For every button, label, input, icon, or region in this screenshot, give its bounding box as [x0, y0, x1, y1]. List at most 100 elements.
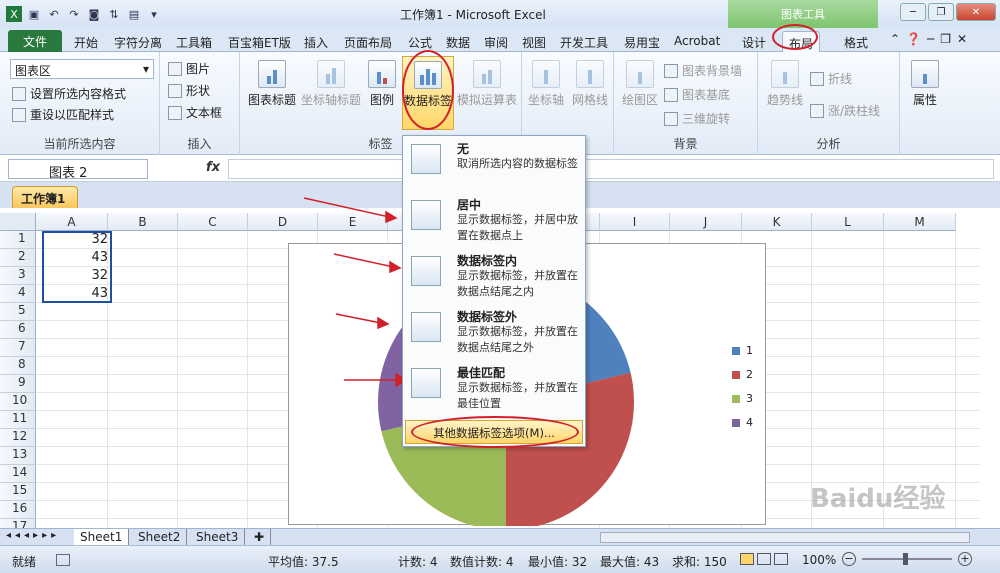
- sheet-tab-1[interactable]: Sheet1: [74, 529, 130, 546]
- form-icon[interactable]: ▤: [126, 6, 142, 22]
- chart-element-dropdown[interactable]: 图表区 ▾: [10, 59, 154, 79]
- row-header[interactable]: 15: [0, 483, 36, 501]
- collapse-ribbon-icon[interactable]: ⌃: [890, 32, 900, 46]
- row-header[interactable]: 7: [0, 339, 36, 357]
- tab-developer[interactable]: 开发工具: [554, 31, 614, 52]
- menu-item-center[interactable]: 居中 显示数据标签，并居中放置在数据点上: [405, 194, 583, 252]
- updown-bars-button[interactable]: 涨/跌柱线: [810, 102, 880, 119]
- legend-entry[interactable]: 1: [732, 344, 753, 357]
- zoom-level[interactable]: 100%: [802, 553, 836, 567]
- select-all-corner[interactable]: [0, 213, 36, 231]
- column-header[interactable]: J: [670, 213, 742, 231]
- column-header[interactable]: C: [178, 213, 248, 231]
- tab-page-layout[interactable]: 页面布局: [338, 31, 398, 52]
- sheet-nav-arrows[interactable]: ◂◂◂▸▸▸: [6, 530, 60, 541]
- sheet-tab-3[interactable]: Sheet3: [190, 529, 246, 546]
- row-header[interactable]: 8: [0, 357, 36, 375]
- help-icon[interactable]: ❓: [906, 32, 921, 46]
- tab-home[interactable]: 开始: [68, 31, 104, 52]
- chart-title-button[interactable]: 图表标题: [246, 60, 298, 108]
- gridlines-button[interactable]: 网格线: [568, 60, 612, 108]
- restore-doc-icon[interactable]: ❐: [940, 32, 951, 46]
- formula-input[interactable]: [228, 159, 994, 179]
- insert-sheet-icon[interactable]: ✚: [248, 529, 272, 546]
- row-header[interactable]: 12: [0, 429, 36, 447]
- row-header[interactable]: 1: [0, 231, 36, 249]
- menu-item-inside-end[interactable]: 数据标签内 显示数据标签，并放置在数据点结尾之内: [405, 250, 583, 308]
- tab-view[interactable]: 视图: [516, 31, 552, 52]
- insert-picture-button[interactable]: 图片: [168, 60, 210, 77]
- trendline-button[interactable]: 趋势线: [764, 60, 806, 108]
- minimize-button[interactable]: ─: [900, 3, 926, 21]
- menu-item-outside-end[interactable]: 数据标签外 显示数据标签，并放置在数据点结尾之外: [405, 306, 583, 364]
- format-selection-button[interactable]: 设置所选内容格式: [12, 85, 126, 102]
- tab-acrobat[interactable]: Acrobat: [668, 31, 726, 52]
- close-doc-icon[interactable]: ✕: [957, 32, 967, 46]
- row-header[interactable]: 5: [0, 303, 36, 321]
- redo-icon[interactable]: ↷: [66, 6, 82, 22]
- plot-area-button[interactable]: 绘图区: [620, 60, 660, 108]
- row-header[interactable]: 2: [0, 249, 36, 267]
- insert-textbox-button[interactable]: 文本框: [168, 104, 222, 121]
- camera-icon[interactable]: ◙: [86, 6, 102, 22]
- tab-insert[interactable]: 插入: [298, 31, 334, 52]
- row-header[interactable]: 9: [0, 375, 36, 393]
- data-table-button[interactable]: 模拟运算表: [456, 60, 518, 108]
- customize-icon[interactable]: ▾: [146, 6, 162, 22]
- row-header[interactable]: 14: [0, 465, 36, 483]
- row-header[interactable]: 17: [0, 519, 36, 528]
- legend-entry[interactable]: 3: [732, 392, 753, 405]
- minimize-doc-icon[interactable]: ─: [927, 32, 934, 46]
- tab-yiyongbao[interactable]: 易用宝: [618, 31, 666, 52]
- rotation-button[interactable]: 三维旋转: [664, 110, 730, 127]
- tab-baibaoxiang[interactable]: 百宝箱ET版: [222, 31, 297, 52]
- row-header[interactable]: 4: [0, 285, 36, 303]
- row-header[interactable]: 11: [0, 411, 36, 429]
- column-header[interactable]: B: [108, 213, 178, 231]
- macro-record-icon[interactable]: [56, 554, 70, 566]
- undo-icon[interactable]: ↶: [46, 6, 62, 22]
- page-layout-view-icon[interactable]: [757, 553, 771, 565]
- axes-button[interactable]: 坐标轴: [526, 60, 566, 108]
- zoom-in-icon[interactable]: +: [958, 552, 972, 566]
- menu-item-none[interactable]: 无取消所选内容的数据标签: [405, 138, 583, 196]
- column-header[interactable]: M: [884, 213, 956, 231]
- column-header[interactable]: K: [742, 213, 812, 231]
- name-box[interactable]: 图表 2: [8, 159, 148, 181]
- tab-format[interactable]: 格式: [838, 31, 874, 52]
- row-header[interactable]: 13: [0, 447, 36, 465]
- legend-entry[interactable]: 2: [732, 368, 753, 381]
- page-break-view-icon[interactable]: [774, 553, 788, 565]
- column-header[interactable]: L: [812, 213, 884, 231]
- insert-shapes-button[interactable]: 形状: [168, 82, 210, 99]
- tab-formulas[interactable]: 公式: [402, 31, 438, 52]
- normal-view-icon[interactable]: [740, 553, 754, 565]
- sheet-tab-2[interactable]: Sheet2: [132, 529, 188, 546]
- horizontal-scrollbar[interactable]: [600, 532, 970, 543]
- row-header[interactable]: 6: [0, 321, 36, 339]
- tab-review[interactable]: 审阅: [478, 31, 514, 52]
- chart-floor-button[interactable]: 图表基底: [664, 86, 730, 103]
- axis-titles-button[interactable]: 坐标轴标题: [300, 60, 362, 108]
- reset-style-button[interactable]: 重设以匹配样式: [12, 106, 114, 123]
- zoom-slider-thumb[interactable]: [903, 553, 908, 565]
- properties-button[interactable]: 属性: [904, 60, 946, 108]
- row-header[interactable]: 16: [0, 501, 36, 519]
- row-header[interactable]: 10: [0, 393, 36, 411]
- tab-char-split[interactable]: 字符分离: [108, 31, 168, 52]
- tab-toolbox[interactable]: 工具箱: [170, 31, 218, 52]
- column-header[interactable]: I: [600, 213, 670, 231]
- legend-entry[interactable]: 4: [732, 416, 753, 429]
- tab-data[interactable]: 数据: [440, 31, 476, 52]
- lines-button[interactable]: 折线: [810, 70, 852, 87]
- save-icon[interactable]: ▣: [26, 6, 42, 22]
- chart-wall-button[interactable]: 图表背景墙: [664, 62, 742, 79]
- menu-item-best-fit[interactable]: 最佳匹配 显示数据标签，并放置在最佳位置: [405, 362, 583, 420]
- sort-icon[interactable]: ⇅: [106, 6, 122, 22]
- restore-button[interactable]: ❐: [928, 3, 954, 21]
- tab-design[interactable]: 设计: [736, 31, 772, 52]
- column-header[interactable]: A: [36, 213, 108, 231]
- fx-icon[interactable]: fx: [206, 160, 220, 175]
- tab-file[interactable]: 文件: [8, 30, 62, 52]
- workbook-tab[interactable]: 工作簿1: [12, 186, 78, 208]
